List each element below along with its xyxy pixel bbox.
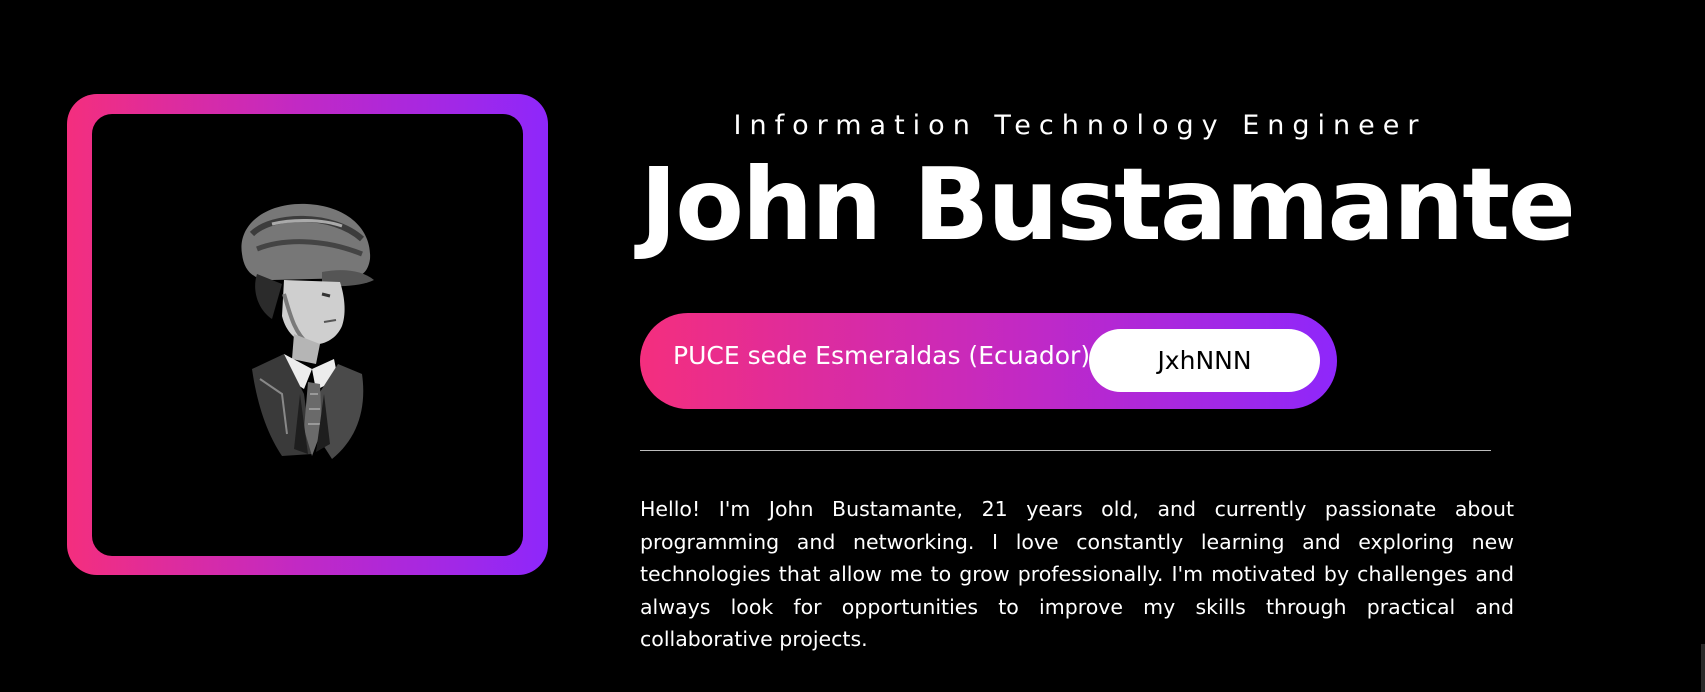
page: Information Technology Engineer John Bus…	[0, 0, 1705, 692]
institution-pill: PUCE sede Esmeraldas (Ecuador) JxhNNN	[640, 313, 1337, 409]
profile-photo	[92, 114, 523, 556]
profile-photo-frame	[67, 94, 548, 575]
bio-text: Hello! I'm John Bustamante, 21 years old…	[640, 497, 1514, 651]
job-title: Information Technology Engineer	[733, 110, 1427, 141]
handle-button[interactable]: JxhNNN	[1089, 329, 1320, 392]
portrait-icon	[241, 203, 374, 459]
scrollbar[interactable]	[1701, 644, 1705, 692]
divider	[640, 450, 1491, 451]
institution-label: PUCE sede Esmeraldas (Ecuador)	[673, 341, 1091, 370]
profile-name: John Bustamante	[640, 146, 1576, 263]
